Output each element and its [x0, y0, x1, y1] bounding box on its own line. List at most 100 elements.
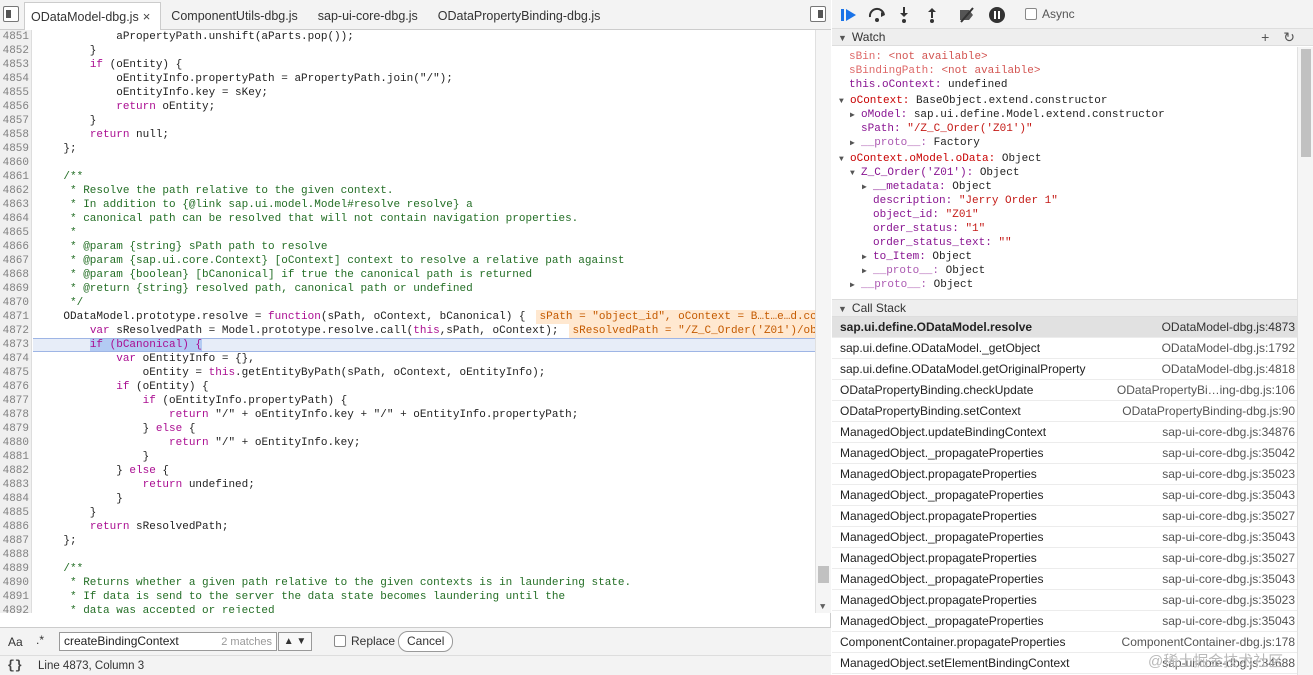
line-number[interactable]: 4860 [0, 156, 31, 170]
frame-location[interactable]: ODataModel-dbg.js:4818 [1162, 359, 1295, 380]
deactivate-breakpoints-icon[interactable] [958, 6, 976, 24]
expanded-triangle-icon[interactable]: ▼ [839, 95, 847, 109]
frame-location[interactable]: sap-ui-core-dbg.js:35043 [1162, 611, 1295, 632]
line-number[interactable]: 4862 [0, 184, 31, 198]
callstack-section-header[interactable]: ▼ Call Stack [832, 299, 1313, 317]
line-number[interactable]: 4869 [0, 282, 31, 296]
line-number[interactable]: 4868 [0, 268, 31, 282]
line-number[interactable]: 4857 [0, 114, 31, 128]
line-number[interactable]: 4870 [0, 296, 31, 310]
line-number[interactable]: 4852 [0, 44, 31, 58]
call-frame[interactable]: sap.ui.define.ODataModel._getObject OData… [832, 338, 1297, 359]
close-icon[interactable]: × [143, 9, 151, 24]
code-lines[interactable]: aPropertyPath.unshift(aParts.pop()); } i… [33, 30, 815, 613]
tree-item[interactable]: ▶ to_Item: Object [862, 250, 972, 264]
scroll-down-arrow-icon[interactable]: ▼ [820, 602, 825, 612]
line-number[interactable]: 4889 [0, 562, 31, 576]
line-number[interactable]: 4858 [0, 128, 31, 142]
collapsed-triangle-icon[interactable]: ▶ [862, 181, 870, 195]
line-number[interactable]: 4874 [0, 352, 31, 366]
line-number[interactable]: 4879 [0, 422, 31, 436]
line-number[interactable]: 4888 [0, 548, 31, 562]
line-number[interactable]: 4880 [0, 436, 31, 450]
line-number[interactable]: 4851 [0, 30, 31, 44]
line-number[interactable]: 4885 [0, 506, 31, 520]
collapsed-triangle-icon[interactable]: ▶ [862, 265, 870, 279]
watch-item[interactable]: ▼ oContext: BaseObject.extend.constructor [839, 94, 1107, 108]
expanded-triangle-icon[interactable]: ▼ [839, 153, 847, 167]
line-number[interactable]: 4866 [0, 240, 31, 254]
tree-item[interactable]: ▼ Z_C_Order('Z01'): Object [850, 166, 1019, 180]
resume-icon[interactable] [840, 6, 858, 24]
line-number[interactable]: 4882 [0, 464, 31, 478]
tree-item[interactable]: object_id: "Z01" [873, 208, 979, 222]
step-out-icon[interactable] [923, 6, 941, 24]
pause-on-exceptions-icon[interactable] [988, 6, 1006, 24]
frame-location[interactable]: sap-ui-core-dbg.js:35043 [1162, 527, 1295, 548]
line-number[interactable]: 4856 [0, 100, 31, 114]
line-number[interactable]: 4863 [0, 198, 31, 212]
line-number[interactable]: 4872 [0, 324, 31, 338]
match-case-toggle[interactable]: Aa [8, 635, 23, 649]
line-number[interactable]: 4855 [0, 86, 31, 100]
async-checkbox[interactable]: Async [1025, 7, 1075, 21]
line-number[interactable]: 4881 [0, 450, 31, 464]
tab-componentutils[interactable]: ComponentUtils-dbg.js [165, 2, 307, 30]
frame-location[interactable]: sap-ui-core-dbg.js:35027 [1162, 506, 1295, 527]
frame-location[interactable]: sap-ui-core-dbg.js:35043 [1162, 569, 1295, 590]
frame-location[interactable]: ODataPropertyBinding-dbg.js:90 [1122, 401, 1295, 422]
tree-item[interactable]: order_status: "1" [873, 222, 985, 236]
watch-item[interactable]: sBin: <not available> [849, 50, 988, 64]
frame-location[interactable]: ODataPropertyBi…ing-dbg.js:106 [1117, 380, 1295, 401]
line-number[interactable]: 4875 [0, 366, 31, 380]
editor-vertical-scrollbar[interactable]: ▼ [815, 30, 831, 613]
tree-item[interactable]: ▶ __proto__: Object [862, 264, 985, 278]
line-number[interactable]: 4859 [0, 142, 31, 156]
call-frame[interactable]: ManagedObject._propagateProperties sap-ui… [832, 443, 1297, 464]
watch-item[interactable]: ▼ oContext.oModel.oData: Object [839, 152, 1041, 166]
line-number[interactable]: 4886 [0, 520, 31, 534]
add-watch-button[interactable]: + [1261, 29, 1269, 45]
frame-location[interactable]: ODataModel-dbg.js:4873 [1162, 317, 1295, 338]
frame-location[interactable]: sap-ui-core-dbg.js:35027 [1162, 548, 1295, 569]
cancel-button[interactable]: Cancel [398, 631, 454, 652]
replace-checkbox[interactable]: Replace [334, 634, 395, 648]
collapsed-triangle-icon[interactable]: ▶ [850, 137, 858, 151]
refresh-icon[interactable]: ↻ [1283, 29, 1295, 45]
frame-location[interactable]: ODataModel-dbg.js:1792 [1162, 338, 1295, 359]
line-number[interactable]: 4891 [0, 590, 31, 604]
scrollbar-thumb[interactable] [1301, 49, 1311, 157]
step-over-icon[interactable] [868, 6, 886, 24]
collapsed-triangle-icon[interactable]: ▶ [850, 109, 858, 123]
call-frame[interactable]: ManagedObject._propagateProperties sap-ui… [832, 485, 1297, 506]
collapsed-triangle-icon[interactable]: ▶ [850, 279, 858, 293]
line-number[interactable]: 4867 [0, 254, 31, 268]
call-frame[interactable]: ManagedObject.propagateProperties sap-ui-… [832, 590, 1297, 611]
tab-odatapropertybinding[interactable]: ODataPropertyBinding-dbg.js [432, 2, 611, 30]
sidebar-vertical-scrollbar[interactable] [1297, 47, 1313, 675]
line-number[interactable]: 4854 [0, 72, 31, 86]
tree-item[interactable]: ▶ __proto__: Object [850, 278, 973, 292]
call-frame[interactable]: sap.ui.define.ODataModel.getOriginalProp… [832, 359, 1297, 380]
step-into-icon[interactable] [895, 6, 913, 24]
line-number[interactable]: 4853 [0, 58, 31, 72]
tab-odatamodel[interactable]: ODataModel-dbg.js × [24, 2, 162, 30]
frame-location[interactable]: sap-ui-core-dbg.js:35023 [1162, 590, 1295, 611]
tree-item[interactable]: ▶ oModel: sap.ui.define.Model.extend.cons… [850, 108, 1165, 122]
line-number[interactable]: 4864 [0, 212, 31, 226]
tree-item[interactable]: order_status_text: "" [873, 236, 1012, 250]
scrollbar-thumb[interactable] [818, 566, 829, 583]
collapsed-triangle-icon[interactable]: ▶ [862, 251, 870, 265]
frame-location[interactable]: sap-ui-core-dbg.js:35043 [1162, 485, 1295, 506]
line-number[interactable]: 4884 [0, 492, 31, 506]
tree-item[interactable]: description: "Jerry Order 1" [873, 194, 1058, 208]
tree-item[interactable]: ▶ __proto__: Factory [850, 136, 980, 150]
toggle-navigator-button[interactable] [3, 6, 19, 22]
frame-location[interactable]: sap-ui-core-dbg.js:35042 [1162, 443, 1295, 464]
tree-item[interactable]: sPath: "/Z_C_Order('Z01')" [861, 122, 1033, 136]
line-number[interactable]: 4878 [0, 408, 31, 422]
search-nav-buttons[interactable]: ▲ ▼ [278, 632, 312, 651]
line-number[interactable]: 4877 [0, 394, 31, 408]
pretty-print-button[interactable]: {} [7, 658, 23, 673]
line-number[interactable]: 4876 [0, 380, 31, 394]
